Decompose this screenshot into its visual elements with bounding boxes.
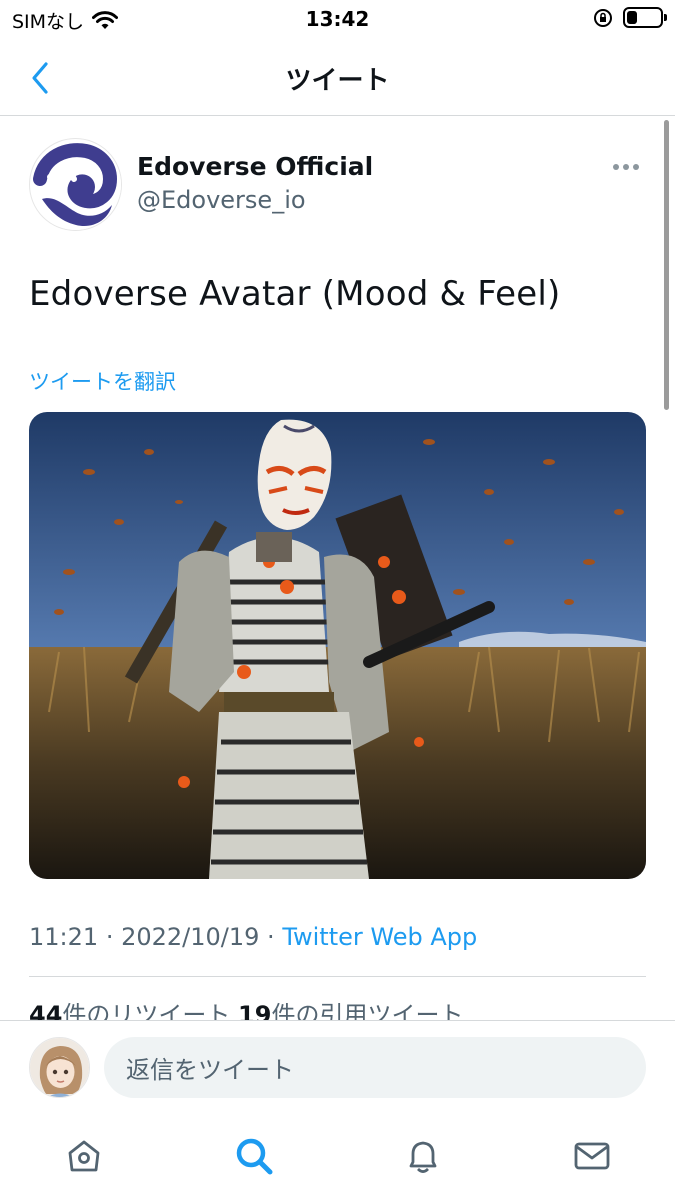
page-title: ツイート xyxy=(285,66,390,96)
author-name[interactable]: Edoverse Official xyxy=(137,152,373,181)
author-avatar[interactable] xyxy=(29,138,122,231)
tab-bar xyxy=(0,1115,675,1200)
battery-icon xyxy=(623,7,667,28)
more-options-button[interactable] xyxy=(613,160,643,174)
tab-messages[interactable] xyxy=(567,1131,617,1181)
mail-icon xyxy=(574,1142,610,1170)
divider xyxy=(29,976,646,977)
edoverse-logo xyxy=(30,139,121,230)
tab-search[interactable] xyxy=(229,1131,279,1181)
user-avatar-image xyxy=(30,1038,89,1097)
tweet-time: 11:21 xyxy=(29,923,99,951)
author-handle[interactable]: @Edoverse_io xyxy=(137,186,306,214)
retweet-label: 件のリツイート xyxy=(62,1001,231,1020)
orientation-lock-icon xyxy=(594,8,612,27)
retweet-count: 44 xyxy=(29,1001,63,1020)
search-icon xyxy=(236,1138,273,1175)
reply-placeholder: 返信をツイート xyxy=(126,1056,294,1084)
user-avatar[interactable] xyxy=(29,1037,90,1098)
status-bar: SIMなし 13:42 xyxy=(0,0,675,40)
quote-label: 件の引用ツイート xyxy=(271,1001,464,1020)
scrollbar[interactable] xyxy=(664,120,669,410)
tweet-source-link[interactable]: Twitter Web App xyxy=(282,923,477,951)
bell-icon xyxy=(409,1141,437,1173)
status-right xyxy=(593,7,667,28)
meta-separator: · xyxy=(105,923,122,951)
status-time: 13:42 xyxy=(305,7,370,31)
reply-input[interactable]: 返信をツイート xyxy=(104,1037,646,1098)
more-icon-dot xyxy=(633,164,639,170)
meta-separator: · xyxy=(267,923,283,951)
quotes-stat[interactable]: 19件の引用ツイート xyxy=(238,1001,463,1020)
nav-header: ツイート xyxy=(0,40,675,116)
tab-home[interactable] xyxy=(59,1131,109,1181)
more-icon-dot xyxy=(623,164,629,170)
samurai-image xyxy=(29,412,646,879)
tweet-date: 2022/10/19 xyxy=(121,923,260,951)
tweet-stats: 44件のリツイート 19件の引用ツイート xyxy=(29,995,463,1020)
more-icon-dot xyxy=(613,164,619,170)
tweet-meta: 11:21 · 2022/10/19 · Twitter Web App xyxy=(29,923,477,951)
quote-count: 19 xyxy=(238,1001,272,1020)
reply-bar: 返信をツイート xyxy=(0,1020,675,1115)
home-icon xyxy=(68,1140,100,1172)
tab-notifications[interactable] xyxy=(398,1131,448,1181)
tweet-text: Edoverse Avatar (Mood & Feel) xyxy=(29,274,561,314)
translate-link[interactable]: ツイートを翻訳 xyxy=(29,366,176,396)
retweets-stat[interactable]: 44件のリツイート xyxy=(29,1001,230,1020)
tweet-media-image[interactable] xyxy=(29,412,646,879)
battery-level xyxy=(627,11,637,24)
